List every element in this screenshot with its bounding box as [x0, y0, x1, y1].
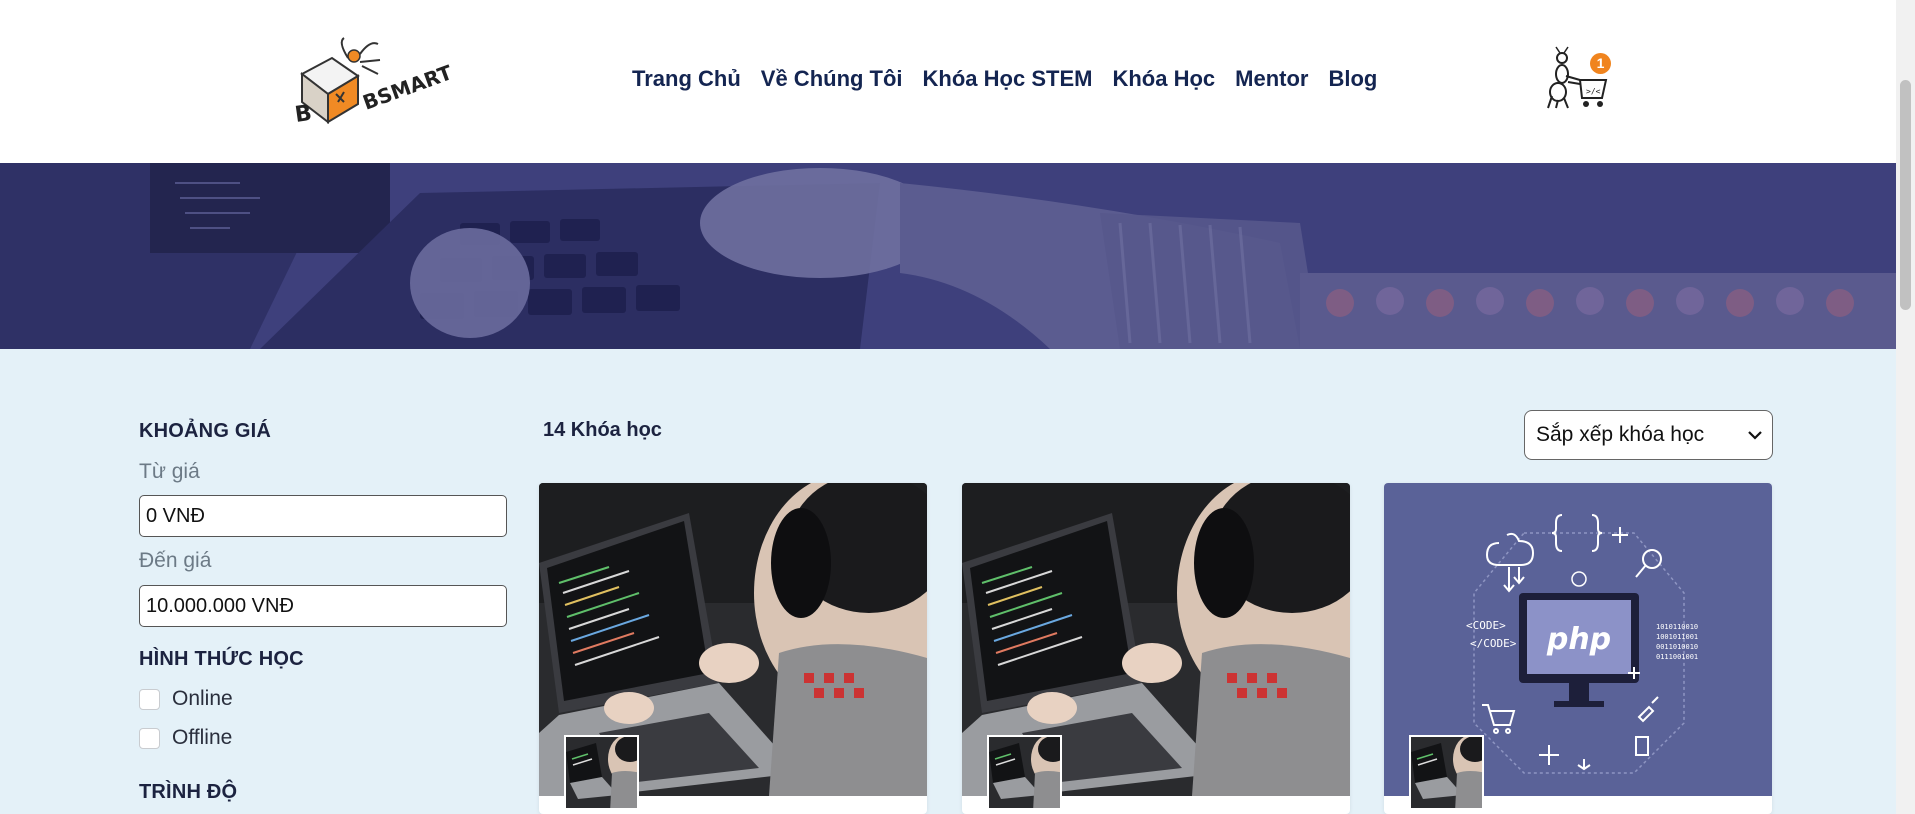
svg-text:0111001001: 0111001001	[1656, 653, 1698, 661]
hero-keyboard-illustration	[0, 163, 1896, 349]
learning-format-heading: HÌNH THỨC HỌC	[139, 648, 304, 670]
nav-item-home[interactable]: Trang Chủ	[632, 66, 741, 92]
price-to-label: Đến giá	[139, 549, 212, 572]
nav-item-about[interactable]: Về Chúng Tôi	[761, 66, 903, 92]
course-thumbnail	[564, 735, 639, 810]
price-range-heading: KHOẢNG GIÁ	[139, 420, 271, 442]
svg-text:1010110010: 1010110010	[1656, 623, 1698, 631]
level-heading: TRÌNH ĐỘ	[139, 781, 238, 803]
main-nav: Trang Chủ Về Chúng Tôi Khóa Học STEM Khó…	[632, 66, 1397, 92]
chevron-down-icon	[1748, 431, 1762, 440]
course-thumbnail	[987, 735, 1062, 810]
course-card[interactable]	[962, 483, 1350, 814]
nav-item-stem-courses[interactable]: Khóa Học STEM	[923, 66, 1093, 92]
course-count: 14 Khóa học	[543, 419, 662, 441]
svg-text:B: B	[293, 101, 313, 124]
online-label: Online	[172, 687, 233, 710]
cart-count-badge: 1	[1590, 53, 1611, 74]
page-scrollbar[interactable]	[1896, 0, 1915, 814]
scrollbar-thumb[interactable]	[1900, 80, 1911, 310]
offline-label: Offline	[172, 726, 233, 749]
code-tag-text: <CODE>	[1466, 619, 1506, 632]
nav-item-mentor[interactable]: Mentor	[1235, 66, 1308, 92]
logo-text: BSMART	[360, 60, 456, 115]
course-card[interactable]: php <CODE> </CODE> 1010110010 1001011001 …	[1384, 483, 1772, 814]
online-checkbox[interactable]	[139, 688, 160, 710]
code-close-tag-text: </CODE>	[1470, 637, 1517, 650]
price-from-label: Từ giá	[139, 460, 200, 483]
nav-item-blog[interactable]: Blog	[1328, 66, 1377, 92]
bsmart-logo[interactable]: B BSMART	[292, 36, 460, 124]
sort-selected-label: Sắp xếp khóa học	[1536, 423, 1705, 446]
format-offline-option[interactable]: Offline	[139, 726, 232, 750]
price-to-input[interactable]	[139, 585, 507, 627]
php-badge-text: php	[1546, 622, 1611, 657]
course-thumbnail	[1409, 735, 1484, 810]
hero-banner	[0, 163, 1896, 349]
nav-item-courses[interactable]: Khóa Học	[1112, 66, 1215, 92]
course-card[interactable]	[539, 483, 927, 814]
offline-checkbox[interactable]	[139, 727, 160, 749]
svg-text:>/<: >/<	[1586, 87, 1601, 96]
sort-courses-select[interactable]: Sắp xếp khóa học	[1524, 410, 1773, 460]
price-from-input[interactable]	[139, 495, 507, 537]
format-online-option[interactable]: Online	[139, 687, 233, 711]
svg-text:1001011001: 1001011001	[1656, 633, 1698, 641]
svg-text:0011010010: 0011010010	[1656, 643, 1698, 651]
site-header: B BSMART Trang Chủ Về Chúng Tôi Khóa Học…	[0, 0, 1896, 163]
